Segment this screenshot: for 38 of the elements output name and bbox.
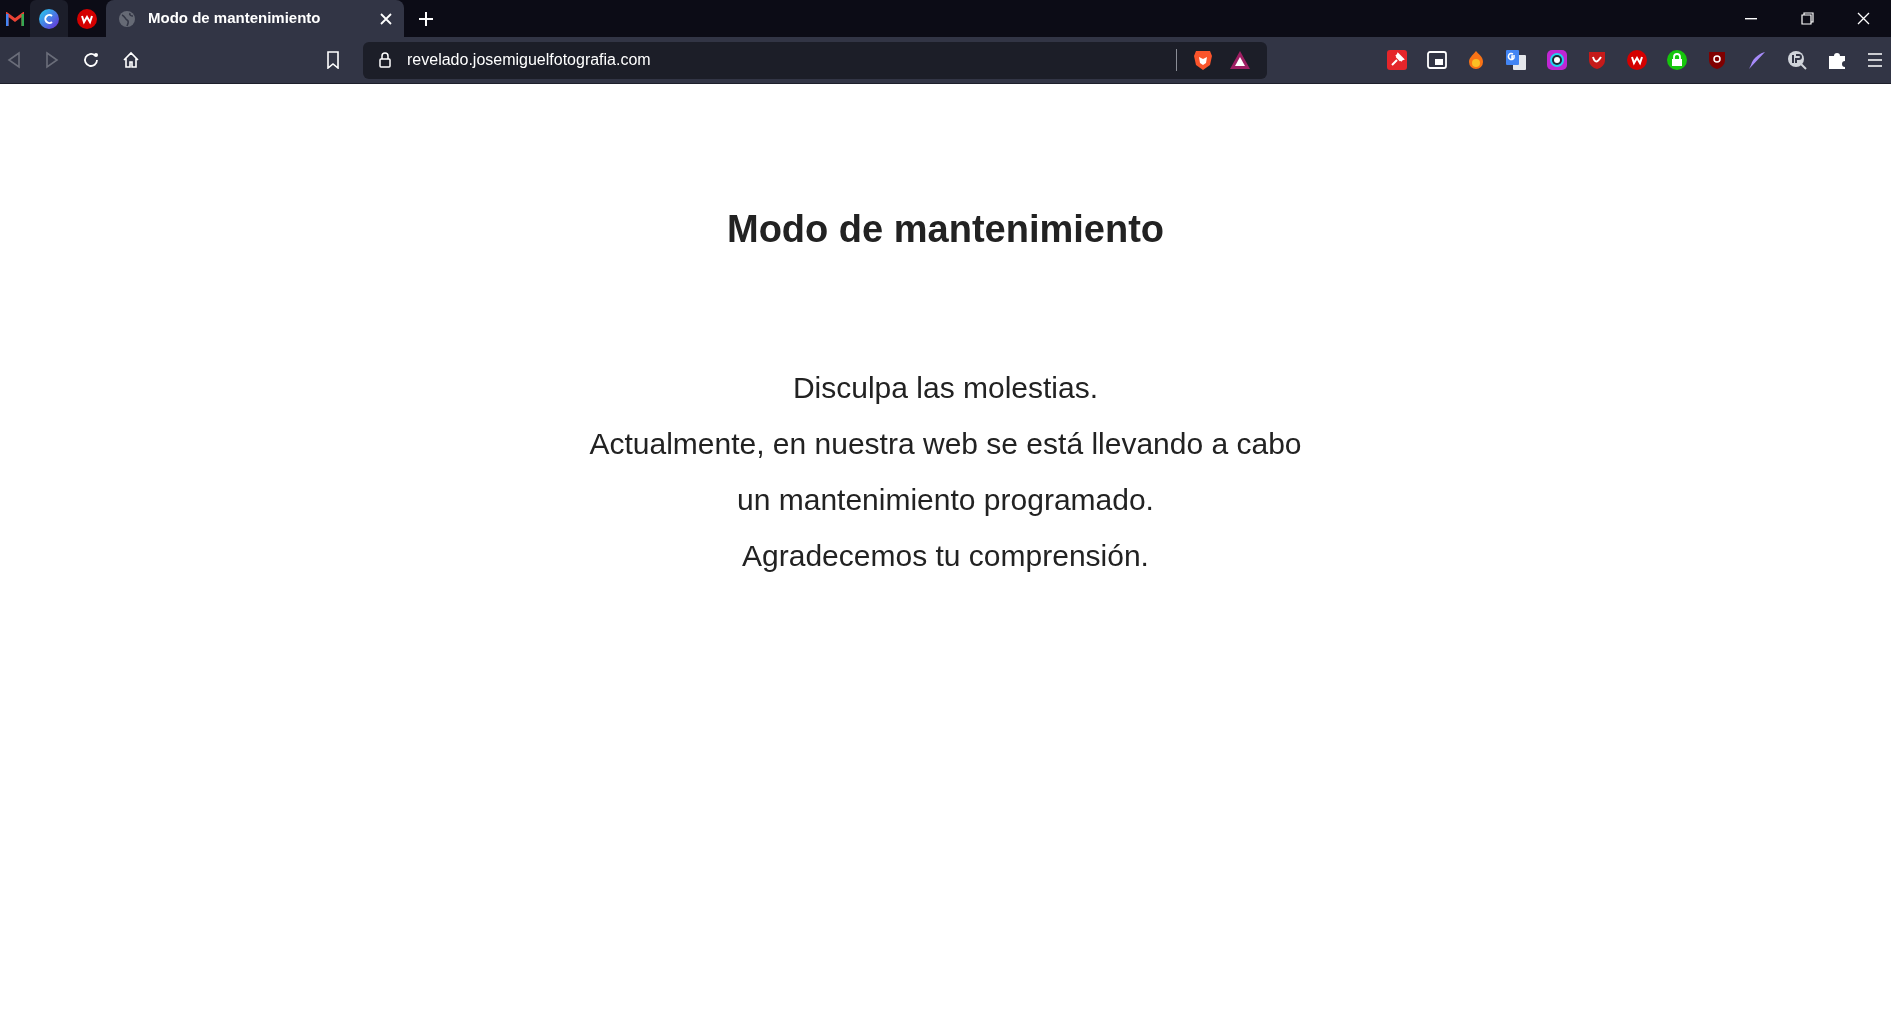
browser-tab[interactable]: Modo de mantenimiento xyxy=(106,0,404,37)
home-icon[interactable] xyxy=(122,51,140,69)
camera-lens-icon[interactable] xyxy=(1547,50,1567,70)
circle-logo-icon[interactable] xyxy=(77,8,97,29)
picture-in-picture-icon[interactable] xyxy=(1427,51,1447,69)
message-line: un mantenimiento programado. xyxy=(737,482,1154,518)
new-tab-icon[interactable] xyxy=(418,10,434,27)
message-line: Agradecemos tu comprensión. xyxy=(742,538,1149,574)
globe-icon xyxy=(118,9,136,28)
reload-icon[interactable] xyxy=(82,51,100,69)
lion-shield-icon[interactable] xyxy=(1193,49,1213,71)
forward-arrow-icon[interactable] xyxy=(44,51,60,69)
feather-icon[interactable] xyxy=(1747,50,1767,70)
flame-face-icon[interactable] xyxy=(1467,50,1485,70)
lock-icon xyxy=(379,52,391,68)
address-bar[interactable]: revelado.josemiguelfotografia.com xyxy=(363,41,1267,79)
message-line: Actualmente, en nuestra web se está llevando a cabo xyxy=(589,426,1302,462)
close-icon[interactable] xyxy=(380,12,392,25)
message-line: Disculpa las molestias. xyxy=(792,370,1099,406)
magnifier-icon[interactable] xyxy=(1787,50,1807,70)
shield-icon[interactable] xyxy=(1587,50,1607,70)
translate-icon[interactable] xyxy=(1505,49,1527,71)
mail-logo-icon[interactable] xyxy=(6,11,24,26)
minimize-icon[interactable] xyxy=(1745,17,1757,20)
triangle-icon[interactable] xyxy=(1229,50,1251,70)
puzzle-icon[interactable] xyxy=(1827,50,1847,70)
restore-icon[interactable] xyxy=(1800,12,1814,25)
circle-icon[interactable] xyxy=(1627,50,1647,70)
back-arrow-icon[interactable] xyxy=(6,51,22,69)
close-window-icon[interactable] xyxy=(1856,12,1870,25)
url-text: revelado.josemiguelfotografia.com xyxy=(407,50,652,70)
tab-title: Modo de mantenimiento xyxy=(148,8,322,29)
page-heading: Modo de mantenimiento xyxy=(727,207,1164,252)
menu-icon[interactable] xyxy=(1867,52,1883,68)
shield-icon[interactable] xyxy=(1707,50,1727,70)
bookmark-icon[interactable] xyxy=(326,51,340,69)
padlock-icon[interactable] xyxy=(1667,50,1687,70)
circle-logo-icon[interactable] xyxy=(39,8,59,29)
